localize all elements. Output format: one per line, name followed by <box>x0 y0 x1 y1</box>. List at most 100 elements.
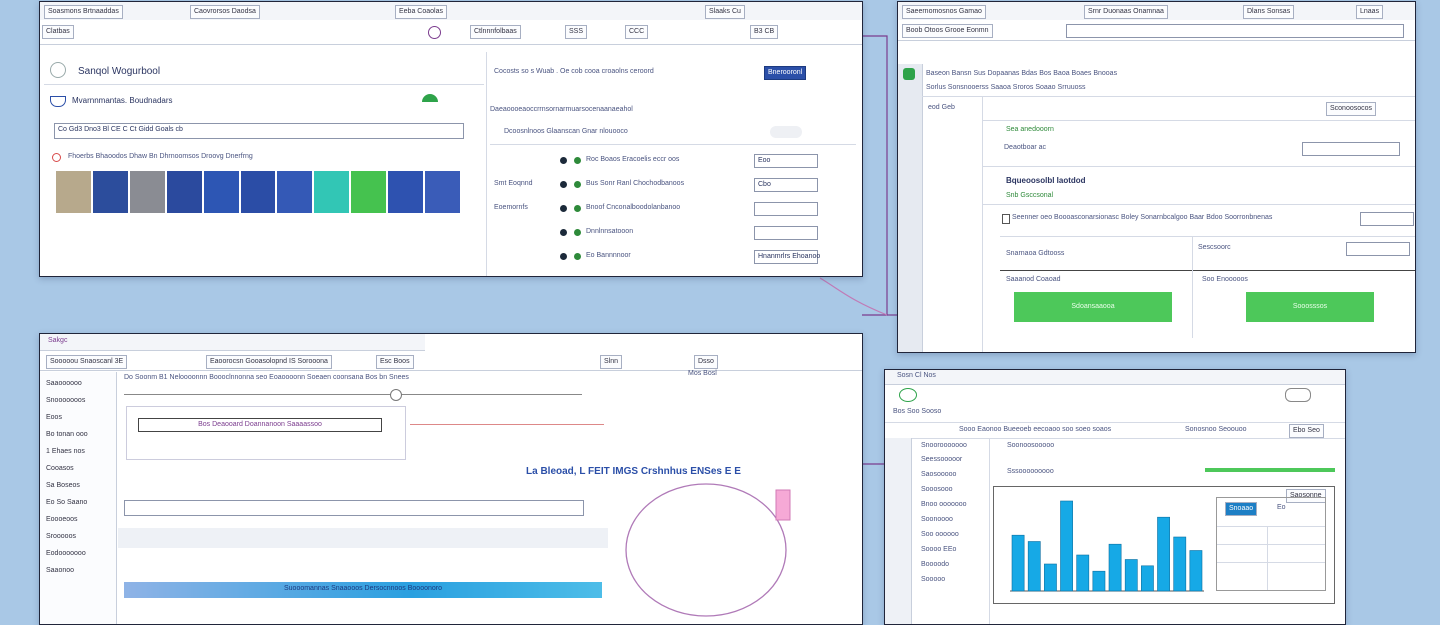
column-2-heading: Sescsoorc <box>1198 244 1231 251</box>
settings-row[interactable]: Roc Boaos Eracoelis eccr oos Eoo <box>490 152 856 174</box>
right-header: Cocosts so s Wuab . Oe cob cooa croaolns… <box>494 68 654 75</box>
row-value-field[interactable]: Cbo <box>754 178 818 192</box>
tab-4[interactable]: Slaaks Cu <box>705 5 745 19</box>
list-item[interactable]: Sooosooo <box>921 486 953 493</box>
slider-handle[interactable] <box>390 389 402 401</box>
sidebar-item[interactable]: Eodooooooo <box>46 550 86 557</box>
sidebar-item[interactable]: Eoooeoos <box>46 516 78 523</box>
color-block <box>351 171 387 213</box>
settings-row[interactable]: Eoemornfs Bnoof Cnconalboodolanbanoo <box>490 200 856 222</box>
list-item[interactable]: Saosooooo <box>921 471 956 478</box>
window-main-bottom: Sakgc Sooooou Snaoscanl 3E Eaoorocsn Goo… <box>39 333 863 625</box>
win2-search-button[interactable]: Sconoosocos <box>1326 102 1377 116</box>
sidebar-item[interactable]: Cooasos <box>46 465 74 472</box>
win2-field-3[interactable] <box>1346 242 1410 256</box>
color-block <box>129 171 165 213</box>
status-dot-icon <box>574 253 581 260</box>
win3-title-tab[interactable]: Sakgc <box>48 337 67 344</box>
chart-bar <box>1044 563 1057 592</box>
sidebar-item[interactable]: Saaonoo <box>46 567 74 574</box>
list-item[interactable]: Soonoooo <box>921 516 953 523</box>
list-item[interactable]: Sooooo <box>921 576 945 583</box>
tab-1[interactable]: Soasmons Brtnaaddas <box>44 5 123 19</box>
sidebar-item[interactable]: Bo tonan ooo <box>46 431 88 438</box>
toolbar-button-1[interactable]: Clatbas <box>42 25 74 39</box>
win3-menu-3[interactable]: Esc Boos <box>376 355 414 369</box>
green-action-button-2[interactable]: Sooosssos <box>1246 292 1374 322</box>
row-value-field[interactable] <box>754 226 818 240</box>
tab-3[interactable]: Eeba Coaolas <box>395 5 447 19</box>
subheader: Daeaoooeaoccrrnsornarmuarsocenaanaeahol <box>490 106 633 113</box>
win2-tab-2[interactable]: Srnr Duonaas Onamnaa <box>1084 5 1168 19</box>
field-label: Deaotboar ac <box>1004 144 1047 151</box>
win3-highlighted-field[interactable]: Bos Deaooard Doannanoon Saaaassoo <box>138 418 382 432</box>
list-item[interactable]: Boooodo <box>921 561 949 568</box>
win3-wide-input[interactable] <box>124 500 584 516</box>
row-value-field[interactable] <box>754 202 818 216</box>
toggle-pill[interactable] <box>770 126 802 138</box>
sidebar-item[interactable]: Sa Boseos <box>46 482 80 489</box>
row-text: Eo Bannnnoor <box>586 252 631 259</box>
win4-header-button[interactable]: Ebo Seo <box>1289 424 1324 438</box>
win3-right-button-2[interactable]: Dsso <box>694 355 718 369</box>
tab-2[interactable]: Caovrorsos Daodsa <box>190 5 260 19</box>
settings-row[interactable]: Dnnlnnsatooon <box>490 224 856 246</box>
win2-address-bar[interactable] <box>1066 24 1404 38</box>
win2-field-2[interactable] <box>1360 212 1414 226</box>
progress-bar-label: Suooomannas Snaaooos Dersocnnoos Boooono… <box>283 585 442 592</box>
column-1-heading: Snarnaoa Gdtooss <box>1006 250 1065 257</box>
window-main-top: Soasmons Brtnaaddas Caovrorsos Daodsa Ee… <box>39 1 863 277</box>
sidebar-item[interactable]: Snooooooos <box>46 397 85 404</box>
list-item[interactable]: Bnoo ooooooo <box>921 501 967 508</box>
chart-bar <box>1027 541 1041 592</box>
win2-tab-4[interactable]: Lnaas <box>1356 5 1384 19</box>
chart-bar <box>1141 565 1154 592</box>
chart-bar <box>1011 534 1025 592</box>
win2-tab-3[interactable]: Dlans Sonsas <box>1243 5 1295 19</box>
list-item[interactable]: Soooo EEo <box>921 546 956 553</box>
settings-row[interactable]: Smt Eoqnnd Bus Sonr Ranl Chochodbanoos Cbo <box>490 176 856 198</box>
win2-text-field[interactable] <box>1302 142 1400 156</box>
win3-menu-2[interactable]: Eaoorocsn Gooasolopnd IS Sorooona <box>206 355 332 369</box>
toolbar-button-5[interactable]: B3 CB <box>750 25 779 39</box>
settings-row[interactable]: Eo Bannnnoor Hnanmrlrs Ehoanoo <box>490 248 856 270</box>
win2-toolbar-button[interactable]: Boob Otoos Grooe Eonmn <box>902 24 993 38</box>
win2-content: Baseon Bansn Sus Dopaanas Bdas Bos Baoa … <box>922 64 1415 352</box>
row-value-field[interactable]: Hnanmrlrs Ehoanoo <box>754 250 820 264</box>
win3-content: Do Soonm B1 Neloooonnn Boooclnnonna seo … <box>118 370 862 624</box>
win2-tab-1[interactable]: Saeernomosnos Gamao <box>902 5 986 19</box>
sidebar-item[interactable]: 1 Ehaes nos <box>46 448 85 455</box>
row-text: Roc Boaos Eracoelis eccr oos <box>586 156 680 163</box>
window-right-top: Saeernomosnos Gamao Srnr Duonaas Onamnaa… <box>897 1 1416 353</box>
win4-cloud-icon[interactable] <box>1285 388 1311 402</box>
search-input[interactable]: Co Gd3 Dno3 Bl CE C Ct Gidd Goals cb <box>54 123 464 139</box>
toolbar-button-4[interactable]: CCC <box>625 25 649 39</box>
toolbar-button-3[interactable]: SSS <box>565 25 588 39</box>
win2-toolbar: Boob Otoos Grooe Eonmn <box>898 20 1415 41</box>
win3-right-button-1[interactable]: Slnn <box>600 355 623 369</box>
win4-panel-title: Soonoosooooo <box>1007 442 1055 449</box>
sidebar-item[interactable]: Eoos <box>46 414 62 421</box>
green-action-button-1[interactable]: Sdoansaaooa <box>1014 292 1172 322</box>
status-dot-icon <box>560 181 567 188</box>
list-item[interactable]: Seessooooor <box>921 456 962 463</box>
win4-green-bar <box>1205 468 1335 472</box>
status-dot-icon <box>560 205 567 212</box>
circle-icon[interactable] <box>428 26 441 39</box>
right-header-button[interactable]: Bnerooronl <box>764 66 807 80</box>
sidebar-item[interactable]: Srooooos <box>46 533 76 540</box>
win2-menu-secondary: Sorlus Sonsnooerss Saaoa Sroros Soaao Sr… <box>926 84 1086 91</box>
checkbox[interactable] <box>1002 214 1010 224</box>
win3-menu-1[interactable]: Sooooou Snaoscanl 3E <box>46 355 128 369</box>
chart-bar <box>1189 550 1203 592</box>
status-dot-icon <box>560 253 567 260</box>
win3-sidebar: Saaoooooo Snooooooos Eoos Bo tonan ooo 1 Eha… <box>40 372 117 624</box>
sidebar-item[interactable]: Saaoooooo <box>46 380 82 387</box>
list-item[interactable]: Soo oooooo <box>921 531 959 538</box>
sidebar-item[interactable]: Eo So Saano <box>46 499 87 506</box>
chart-bar <box>1157 516 1170 592</box>
chart-bar <box>1173 536 1187 592</box>
toolbar-button-2[interactable]: Ctlnnnfolbaas <box>470 25 521 39</box>
row-value-field[interactable]: Eoo <box>754 154 818 168</box>
status-link[interactable]: Sea anedooorn <box>1006 126 1054 133</box>
